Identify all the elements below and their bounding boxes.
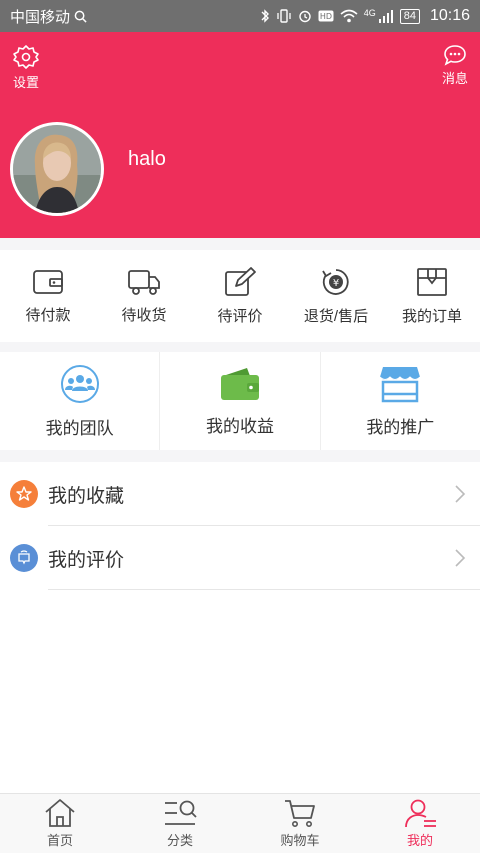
edit-icon: [225, 266, 256, 296]
carrier-group: 中国移动: [10, 6, 87, 27]
order-label: 待收货: [121, 306, 167, 324]
comment-icon: [10, 544, 38, 572]
svg-text:HD: HD: [320, 12, 332, 21]
feature-my-promotion[interactable]: 我的推广: [321, 352, 480, 450]
username: halo: [128, 148, 166, 170]
messages-button[interactable]: 消息: [442, 44, 468, 87]
messages-label: 消息: [441, 71, 468, 86]
tab-label: 购物车: [280, 833, 320, 848]
tab-label: 首页: [46, 833, 73, 848]
wifi-icon: [340, 9, 358, 23]
order-label: 待付款: [25, 306, 71, 324]
tab-home[interactable]: 首页: [0, 794, 120, 853]
settings-button[interactable]: 设置: [12, 44, 40, 91]
order-refund[interactable]: ¥ 退货/售后: [288, 250, 384, 342]
search-icon: [74, 10, 87, 23]
avatar[interactable]: [10, 122, 104, 216]
signal-icon: [378, 10, 393, 23]
order-pending-review[interactable]: 待评价: [192, 250, 288, 342]
profile-header: 设置 消息 halo: [0, 32, 480, 238]
order-pending-payment[interactable]: 待付款: [0, 250, 96, 342]
green-wallet-icon: [220, 367, 259, 400]
category-icon: [165, 800, 197, 825]
bluetooth-icon: [261, 9, 269, 23]
order-all[interactable]: 我的订单: [384, 250, 480, 342]
tab-label: 我的: [406, 833, 433, 848]
status-bar: 中国移动 HD 4G 84 10:16: [0, 0, 480, 32]
feature-grid: 我的团队 我的收益 我的推广: [0, 352, 480, 450]
menu-label: 我的评价: [48, 549, 125, 571]
menu-item-favorites[interactable]: 我的收藏: [0, 462, 480, 526]
user-icon: [405, 799, 436, 828]
order-label: 我的订单: [401, 307, 462, 325]
settings-label: 设置: [12, 75, 39, 90]
order-status-bar: 待付款 待收货 待评价 ¥ 退货/售后 我的订单: [0, 250, 480, 342]
tab-label: 分类: [166, 833, 193, 848]
carrier-name: 中国移动: [10, 8, 71, 26]
feature-label: 我的推广: [366, 417, 435, 437]
home-icon: [45, 799, 75, 827]
order-box-icon: [417, 267, 447, 296]
bottom-tab-bar: 首页 分类 购物车 我的: [0, 793, 480, 853]
refund-icon: ¥: [322, 268, 349, 295]
feature-my-team[interactable]: 我的团队: [0, 352, 161, 450]
chevron-right-icon: [455, 549, 466, 567]
hd-icon: HD: [318, 10, 334, 22]
menu-list: 我的收藏 我的评价: [0, 462, 480, 590]
cart-icon: [285, 800, 315, 827]
chat-bubble-icon: [444, 45, 466, 66]
team-icon: [60, 364, 99, 403]
empty-content-area: [0, 590, 480, 793]
svg-text:¥: ¥: [333, 278, 339, 289]
star-icon: [10, 480, 38, 508]
order-label: 退货/售后: [303, 307, 369, 325]
menu-item-reviews[interactable]: 我的评价: [0, 526, 480, 590]
shop-icon: [379, 366, 421, 402]
truck-icon: [128, 269, 160, 295]
feature-my-earnings[interactable]: 我的收益: [160, 352, 321, 450]
gear-icon: [13, 45, 39, 69]
status-icons: HD 4G 84 10:16: [260, 7, 470, 25]
alarm-icon: [298, 10, 311, 23]
battery-icon: 84: [399, 8, 420, 24]
order-pending-receipt[interactable]: 待收货: [96, 250, 192, 342]
tab-cart[interactable]: 购物车: [240, 794, 360, 853]
menu-label: 我的收藏: [48, 485, 125, 507]
order-label: 待评价: [217, 307, 263, 325]
feature-label: 我的收益: [205, 416, 274, 436]
tab-mine[interactable]: 我的: [360, 794, 480, 853]
network-type: 4G: [363, 8, 376, 18]
chevron-right-icon: [455, 485, 466, 503]
feature-label: 我的团队: [45, 418, 114, 438]
wallet-icon: [33, 269, 63, 294]
clock: 10:16: [429, 7, 470, 24]
tab-category[interactable]: 分类: [120, 794, 240, 853]
vibrate-icon: [277, 9, 291, 23]
